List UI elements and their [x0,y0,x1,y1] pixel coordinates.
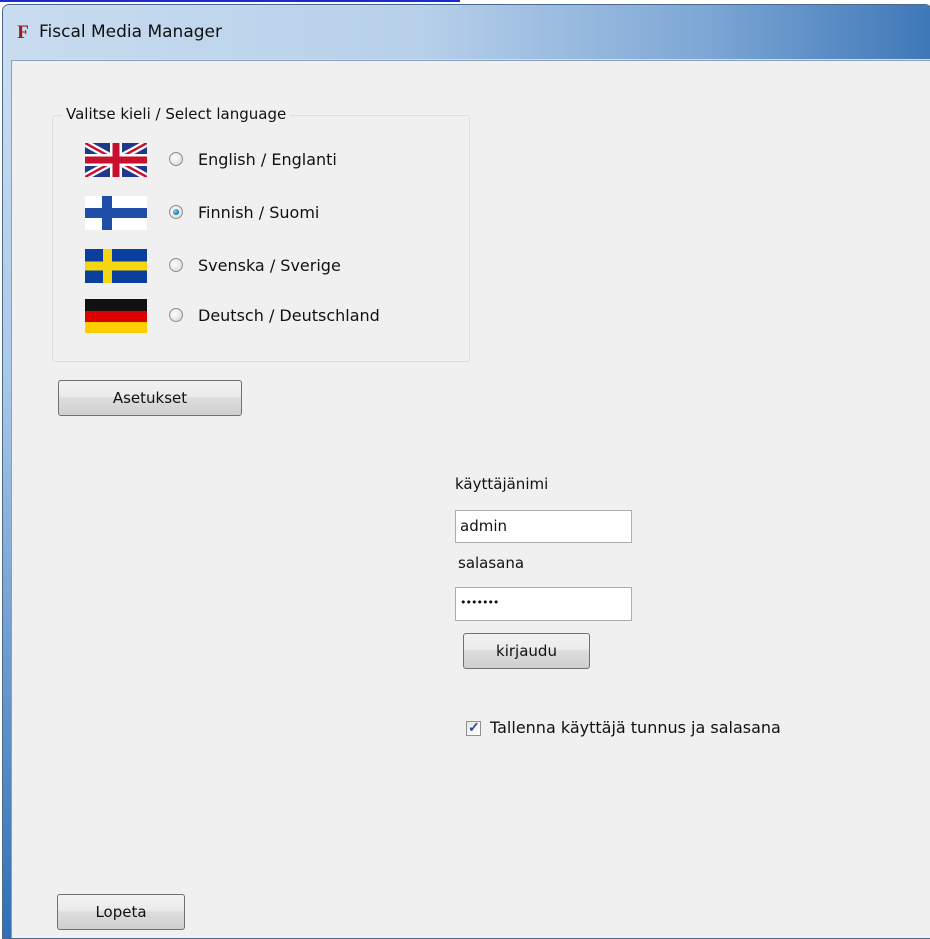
username-label: käyttäjänimi [455,475,549,493]
username-input[interactable]: admin [455,510,632,543]
radio-label-german[interactable]: Deutsch / Deutschland [198,306,380,325]
radio-label-swedish[interactable]: Svenska / Sverige [198,256,341,275]
radio-finnish[interactable] [169,205,183,219]
radio-swedish[interactable] [169,258,183,272]
radio-label-english[interactable]: English / Englanti [198,150,337,169]
finland-flag-icon [85,196,147,230]
checkmark-icon: ✓ [468,719,480,735]
radio-english[interactable] [169,152,183,166]
language-groupbox-legend: Valitse kieli / Select language [62,105,291,123]
exit-button[interactable]: Lopeta [57,894,185,930]
client-area: Valitse kieli / Select language English … [11,60,930,938]
password-input[interactable]: ••••••• [455,587,632,621]
app-window: F Fiscal Media Manager Valitse kieli / S… [2,4,930,939]
uk-flag-icon [85,143,147,177]
password-label: salasana [458,554,525,572]
remember-checkbox[interactable]: ✓ [466,719,481,736]
settings-button[interactable]: Asetukset [58,380,242,416]
login-button[interactable]: kirjaudu [463,633,590,669]
radio-label-finnish[interactable]: Finnish / Suomi [198,203,319,222]
radio-german[interactable] [169,308,183,322]
title-bar[interactable]: F Fiscal Media Manager [3,5,930,59]
remember-label[interactable]: Tallenna käyttäjä tunnus ja salasana [490,718,781,737]
germany-flag-icon [85,299,147,333]
sweden-flag-icon [85,249,147,283]
window-title: Fiscal Media Manager [39,22,222,42]
app-logo-icon: F [17,22,29,43]
